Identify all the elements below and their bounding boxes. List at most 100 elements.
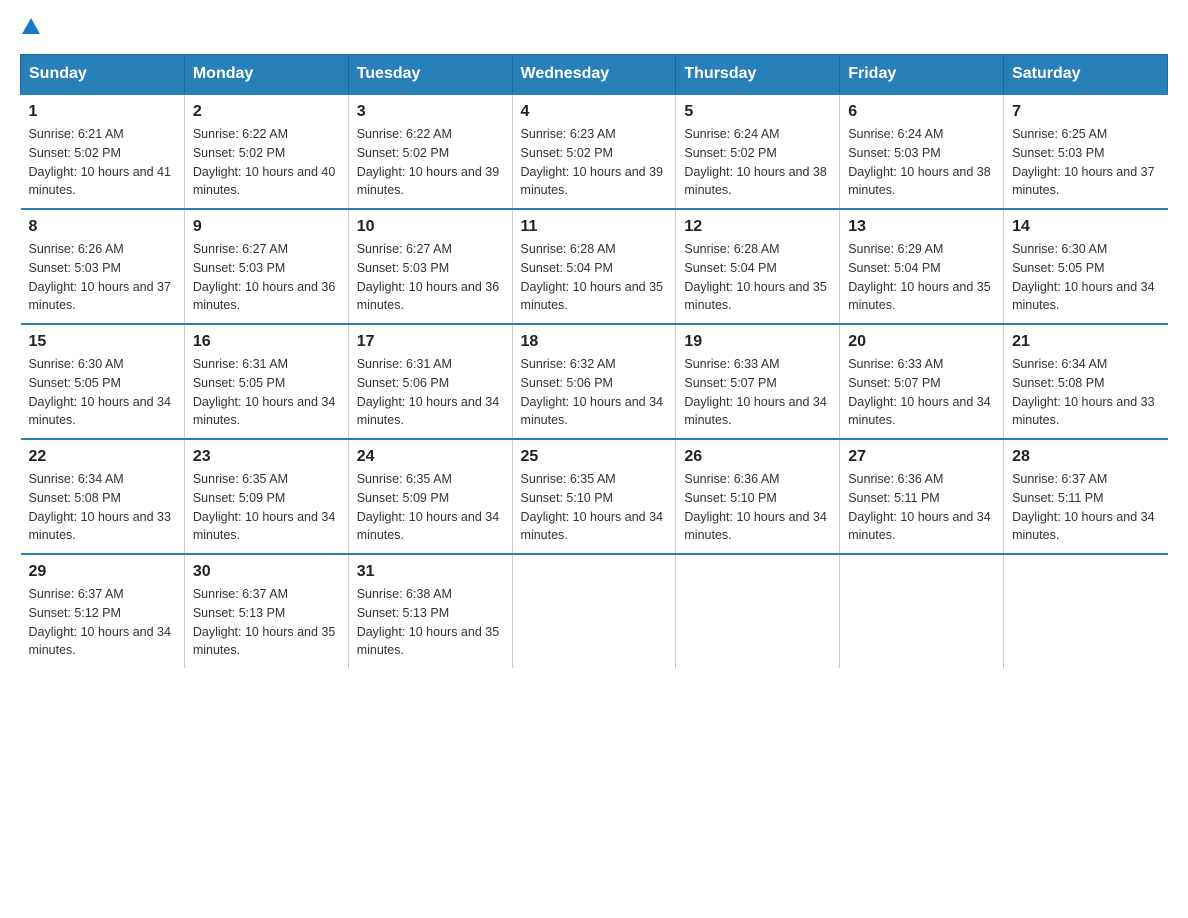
day-number: 10: [357, 218, 504, 236]
calendar-cell: 4 Sunrise: 6:23 AMSunset: 5:02 PMDaylight…: [512, 94, 676, 209]
day-header-wednesday: Wednesday: [512, 55, 676, 95]
day-number: 27: [848, 448, 995, 466]
day-info: Sunrise: 6:28 AMSunset: 5:04 PMDaylight:…: [684, 240, 831, 315]
day-header-tuesday: Tuesday: [348, 55, 512, 95]
day-info: Sunrise: 6:32 AMSunset: 5:06 PMDaylight:…: [521, 355, 668, 430]
calendar-cell: 19 Sunrise: 6:33 AMSunset: 5:07 PMDayligh…: [676, 324, 840, 439]
day-number: 18: [521, 333, 668, 351]
day-number: 11: [521, 218, 668, 236]
day-number: 25: [521, 448, 668, 466]
day-info: Sunrise: 6:30 AMSunset: 5:05 PMDaylight:…: [1012, 240, 1159, 315]
calendar-cell: 14Sunrise: 6:30 AMSunset: 5:05 PMDayligh…: [1004, 209, 1168, 324]
calendar-cell: 18 Sunrise: 6:32 AMSunset: 5:06 PMDayligh…: [512, 324, 676, 439]
day-number: 3: [357, 103, 504, 121]
calendar-cell: 28Sunrise: 6:37 AMSunset: 5:11 PMDayligh…: [1004, 439, 1168, 554]
day-number: 2: [193, 103, 340, 121]
calendar-cell: 3 Sunrise: 6:22 AMSunset: 5:02 PMDaylight…: [348, 94, 512, 209]
day-header-saturday: Saturday: [1004, 55, 1168, 95]
day-info: Sunrise: 6:36 AMSunset: 5:11 PMDaylight:…: [848, 470, 995, 545]
calendar-cell: 7Sunrise: 6:25 AMSunset: 5:03 PMDaylight…: [1004, 94, 1168, 209]
day-number: 23: [193, 448, 340, 466]
day-info: Sunrise: 6:23 AMSunset: 5:02 PMDaylight:…: [521, 125, 668, 200]
day-number: 13: [848, 218, 995, 236]
calendar-cell: 29 Sunrise: 6:37 AMSunset: 5:12 PMDayligh…: [21, 554, 185, 668]
calendar-cell: 20 Sunrise: 6:33 AMSunset: 5:07 PMDayligh…: [840, 324, 1004, 439]
day-number: 28: [1012, 448, 1159, 466]
day-number: 20: [848, 333, 995, 351]
day-info: Sunrise: 6:24 AMSunset: 5:03 PMDaylight:…: [848, 125, 995, 200]
week-row-1: 1 Sunrise: 6:21 AMSunset: 5:02 PMDaylight…: [21, 94, 1168, 209]
day-info: Sunrise: 6:27 AMSunset: 5:03 PMDaylight:…: [357, 240, 504, 315]
week-row-5: 29 Sunrise: 6:37 AMSunset: 5:12 PMDayligh…: [21, 554, 1168, 668]
calendar-cell: 9 Sunrise: 6:27 AMSunset: 5:03 PMDaylight…: [184, 209, 348, 324]
week-row-3: 15 Sunrise: 6:30 AMSunset: 5:05 PMDayligh…: [21, 324, 1168, 439]
day-info: Sunrise: 6:29 AMSunset: 5:04 PMDaylight:…: [848, 240, 995, 315]
page-header: [20, 20, 1168, 34]
day-info: Sunrise: 6:34 AMSunset: 5:08 PMDaylight:…: [29, 470, 176, 545]
day-number: 21: [1012, 333, 1159, 351]
day-header-friday: Friday: [840, 55, 1004, 95]
day-header-sunday: Sunday: [21, 55, 185, 95]
calendar-cell: 23 Sunrise: 6:35 AMSunset: 5:09 PMDayligh…: [184, 439, 348, 554]
day-info: Sunrise: 6:37 AMSunset: 5:12 PMDaylight:…: [29, 585, 176, 660]
day-info: Sunrise: 6:33 AMSunset: 5:07 PMDaylight:…: [684, 355, 831, 430]
week-row-2: 8Sunrise: 6:26 AMSunset: 5:03 PMDaylight…: [21, 209, 1168, 324]
calendar-cell: 26 Sunrise: 6:36 AMSunset: 5:10 PMDayligh…: [676, 439, 840, 554]
calendar-cell: [840, 554, 1004, 668]
day-number: 4: [521, 103, 668, 121]
day-info: Sunrise: 6:22 AMSunset: 5:02 PMDaylight:…: [357, 125, 504, 200]
day-info: Sunrise: 6:28 AMSunset: 5:04 PMDaylight:…: [521, 240, 668, 315]
day-number: 24: [357, 448, 504, 466]
calendar-cell: 24 Sunrise: 6:35 AMSunset: 5:09 PMDayligh…: [348, 439, 512, 554]
calendar-cell: 5 Sunrise: 6:24 AMSunset: 5:02 PMDaylight…: [676, 94, 840, 209]
day-number: 29: [29, 563, 176, 581]
week-row-4: 22 Sunrise: 6:34 AMSunset: 5:08 PMDayligh…: [21, 439, 1168, 554]
day-number: 16: [193, 333, 340, 351]
day-header-monday: Monday: [184, 55, 348, 95]
day-number: 17: [357, 333, 504, 351]
day-number: 9: [193, 218, 340, 236]
calendar-cell: 21 Sunrise: 6:34 AMSunset: 5:08 PMDayligh…: [1004, 324, 1168, 439]
day-number: 22: [29, 448, 176, 466]
day-info: Sunrise: 6:38 AMSunset: 5:13 PMDaylight:…: [357, 585, 504, 660]
calendar-cell: 16 Sunrise: 6:31 AMSunset: 5:05 PMDayligh…: [184, 324, 348, 439]
calendar-cell: 11 Sunrise: 6:28 AMSunset: 5:04 PMDayligh…: [512, 209, 676, 324]
day-info: Sunrise: 6:35 AMSunset: 5:10 PMDaylight:…: [521, 470, 668, 545]
day-info: Sunrise: 6:27 AMSunset: 5:03 PMDaylight:…: [193, 240, 340, 315]
day-number: 12: [684, 218, 831, 236]
day-info: Sunrise: 6:35 AMSunset: 5:09 PMDaylight:…: [357, 470, 504, 545]
day-info: Sunrise: 6:37 AMSunset: 5:13 PMDaylight:…: [193, 585, 340, 660]
day-info: Sunrise: 6:35 AMSunset: 5:09 PMDaylight:…: [193, 470, 340, 545]
day-number: 26: [684, 448, 831, 466]
day-info: Sunrise: 6:21 AMSunset: 5:02 PMDaylight:…: [29, 125, 176, 200]
day-info: Sunrise: 6:25 AMSunset: 5:03 PMDaylight:…: [1012, 125, 1159, 200]
calendar-cell: 1 Sunrise: 6:21 AMSunset: 5:02 PMDaylight…: [21, 94, 185, 209]
day-header-thursday: Thursday: [676, 55, 840, 95]
day-number: 19: [684, 333, 831, 351]
calendar-cell: 2 Sunrise: 6:22 AMSunset: 5:02 PMDaylight…: [184, 94, 348, 209]
calendar-cell: 27 Sunrise: 6:36 AMSunset: 5:11 PMDayligh…: [840, 439, 1004, 554]
calendar-cell: [676, 554, 840, 668]
calendar-cell: 10 Sunrise: 6:27 AMSunset: 5:03 PMDayligh…: [348, 209, 512, 324]
day-info: Sunrise: 6:26 AMSunset: 5:03 PMDaylight:…: [29, 240, 176, 315]
day-info: Sunrise: 6:24 AMSunset: 5:02 PMDaylight:…: [684, 125, 831, 200]
day-number: 1: [29, 103, 176, 121]
calendar-cell: 8Sunrise: 6:26 AMSunset: 5:03 PMDaylight…: [21, 209, 185, 324]
calendar-cell: 15 Sunrise: 6:30 AMSunset: 5:05 PMDayligh…: [21, 324, 185, 439]
logo: [20, 20, 40, 34]
day-number: 30: [193, 563, 340, 581]
day-info: Sunrise: 6:30 AMSunset: 5:05 PMDaylight:…: [29, 355, 176, 430]
day-number: 31: [357, 563, 504, 581]
header-row: SundayMondayTuesdayWednesdayThursdayFrid…: [21, 55, 1168, 95]
day-info: Sunrise: 6:33 AMSunset: 5:07 PMDaylight:…: [848, 355, 995, 430]
day-info: Sunrise: 6:22 AMSunset: 5:02 PMDaylight:…: [193, 125, 340, 200]
day-number: 15: [29, 333, 176, 351]
day-info: Sunrise: 6:34 AMSunset: 5:08 PMDaylight:…: [1012, 355, 1159, 430]
day-info: Sunrise: 6:31 AMSunset: 5:05 PMDaylight:…: [193, 355, 340, 430]
day-info: Sunrise: 6:36 AMSunset: 5:10 PMDaylight:…: [684, 470, 831, 545]
day-number: 5: [684, 103, 831, 121]
calendar-cell: [1004, 554, 1168, 668]
logo-triangle-icon: [22, 18, 40, 34]
calendar-cell: 6Sunrise: 6:24 AMSunset: 5:03 PMDaylight…: [840, 94, 1004, 209]
calendar-cell: 13 Sunrise: 6:29 AMSunset: 5:04 PMDayligh…: [840, 209, 1004, 324]
